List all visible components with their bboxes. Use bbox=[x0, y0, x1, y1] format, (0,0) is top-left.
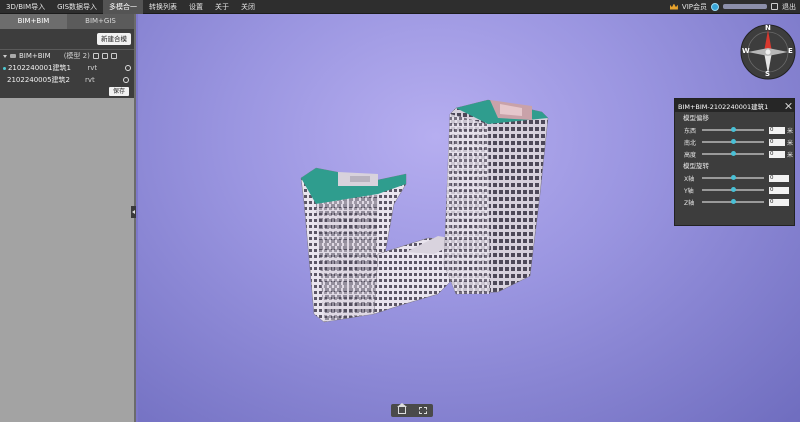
list-item[interactable]: 2102240005建筑2 rvt bbox=[0, 74, 134, 86]
group-row[interactable]: BIM+BIM (模型 2) bbox=[0, 49, 134, 62]
add-model-icon[interactable] bbox=[92, 53, 99, 59]
offset-row: 高度 0 米 bbox=[675, 148, 794, 160]
panel-tabs: BIM+BIM BIM+GIS bbox=[0, 14, 134, 29]
offset-ew-slider[interactable] bbox=[702, 127, 764, 132]
offset-height-input[interactable]: 0 bbox=[769, 150, 785, 158]
rotate-section-title: 模型旋转 bbox=[683, 162, 709, 170]
locate-icon[interactable] bbox=[125, 65, 131, 71]
collapse-panel-handle[interactable] bbox=[131, 206, 136, 218]
unit-label: 米 bbox=[787, 139, 794, 147]
slider-knob[interactable] bbox=[730, 139, 736, 144]
group-name: BIM+BIM bbox=[19, 52, 51, 60]
offset-row: 南北 0 米 bbox=[675, 136, 794, 148]
menu-gis-import[interactable]: GIS数据导入 bbox=[51, 0, 103, 14]
compass[interactable]: N E S W bbox=[740, 24, 796, 80]
offset-height-slider[interactable] bbox=[702, 151, 764, 156]
menu-about[interactable]: 关于 bbox=[209, 0, 235, 14]
menu-settings[interactable]: 设置 bbox=[183, 0, 209, 14]
menu-multi-model[interactable]: 多模合一 bbox=[103, 0, 144, 14]
rotate-label: Z轴 bbox=[684, 199, 695, 207]
rotate-x-input[interactable]: 0 bbox=[769, 174, 789, 182]
vip-label[interactable]: VIP会员 bbox=[682, 2, 707, 12]
panel-toolbar: 新建合模 bbox=[0, 29, 134, 49]
folder-icon bbox=[10, 54, 16, 58]
home-view-icon[interactable] bbox=[396, 403, 407, 414]
model-name: 2102240001建筑1 bbox=[7, 64, 71, 72]
close-icon[interactable] bbox=[785, 103, 791, 109]
slider-knob[interactable] bbox=[730, 175, 736, 180]
model-name: 2102240005建筑2 bbox=[7, 76, 70, 84]
rotate-row: Y轴 0 bbox=[675, 184, 794, 196]
rotate-x-slider[interactable] bbox=[702, 175, 764, 180]
left-panel: BIM+BIM BIM+GIS 新建合模 BIM+BIM (模型 2) 2102… bbox=[0, 14, 136, 422]
offset-ns-input[interactable]: 0 bbox=[769, 138, 785, 146]
list-item[interactable]: 2102240001建筑1 rvt bbox=[0, 62, 134, 74]
model-type: rvt bbox=[87, 64, 98, 72]
unit-label: 米 bbox=[787, 151, 794, 159]
crown-icon bbox=[669, 3, 678, 10]
model-properties-panel: BIM+BIM-2102240001建筑1 模型偏移 东西 0 米 南北 0 米… bbox=[674, 98, 795, 226]
tab-bim-gis[interactable]: BIM+GIS bbox=[67, 14, 134, 29]
offset-ns-slider[interactable] bbox=[702, 139, 764, 144]
offset-label: 高度 bbox=[684, 151, 697, 159]
logout-button[interactable]: 退出 bbox=[782, 2, 796, 12]
panel-title: BIM+BIM-2102240001建筑1 bbox=[678, 102, 769, 111]
rotate-label: X轴 bbox=[684, 175, 695, 183]
slider-knob[interactable] bbox=[730, 127, 736, 132]
panel-header: BIM+BIM-2102240001建筑1 bbox=[675, 99, 794, 112]
rotate-label: Y轴 bbox=[684, 187, 694, 195]
avatar[interactable] bbox=[711, 2, 719, 11]
slider-knob[interactable] bbox=[730, 151, 736, 156]
offset-label: 东西 bbox=[684, 127, 697, 135]
rotate-y-slider[interactable] bbox=[702, 187, 764, 192]
offset-label: 南北 bbox=[684, 139, 697, 147]
compass-w: W bbox=[742, 47, 750, 55]
rotate-y-input[interactable]: 0 bbox=[769, 186, 789, 194]
slider-knob[interactable] bbox=[730, 187, 736, 192]
offset-row: 东西 0 米 bbox=[675, 124, 794, 136]
unit-label: 米 bbox=[787, 127, 794, 135]
username-redacted bbox=[723, 4, 767, 9]
compass-s: S bbox=[765, 70, 771, 78]
menu-bar: 3D/BIM导入 GIS数据导入 多模合一 转换列表 设置 关于 关闭 VIP会… bbox=[0, 0, 800, 14]
compass-n: N bbox=[765, 24, 771, 32]
model-list: 2102240001建筑1 rvt 2102240005建筑2 rvt bbox=[0, 62, 134, 88]
selected-dot-icon bbox=[3, 66, 6, 70]
logout-icon[interactable] bbox=[771, 3, 778, 10]
locate-icon[interactable] bbox=[123, 77, 129, 83]
fullscreen-icon[interactable] bbox=[418, 407, 427, 414]
menu-close[interactable]: 关闭 bbox=[235, 0, 261, 14]
rotate-z-slider[interactable] bbox=[702, 199, 764, 204]
save-row: 保存 bbox=[0, 87, 134, 98]
compass-e: E bbox=[788, 47, 793, 55]
rotate-z-input[interactable]: 0 bbox=[769, 198, 789, 206]
new-merge-button[interactable]: 新建合模 bbox=[97, 33, 131, 45]
rotate-row: Z轴 0 bbox=[675, 196, 794, 208]
model-type: rvt bbox=[85, 76, 95, 84]
edit-icon[interactable] bbox=[101, 53, 108, 59]
tab-bim-bim[interactable]: BIM+BIM bbox=[0, 14, 67, 29]
rotate-row: X轴 0 bbox=[675, 172, 794, 184]
menu-conversion-list[interactable]: 转换列表 bbox=[143, 0, 183, 14]
offset-ew-input[interactable]: 0 bbox=[769, 126, 785, 134]
save-button[interactable]: 保存 bbox=[109, 87, 130, 96]
group-count: (模型 2) bbox=[63, 52, 90, 60]
slider-knob[interactable] bbox=[730, 199, 736, 204]
chevron-down-icon[interactable] bbox=[3, 54, 7, 58]
delete-icon[interactable] bbox=[110, 53, 117, 59]
view-tools bbox=[391, 403, 433, 417]
menu-bim-import[interactable]: 3D/BIM导入 bbox=[0, 0, 51, 14]
user-area: VIP会员 退出 bbox=[669, 0, 800, 14]
offset-section-title: 模型偏移 bbox=[683, 114, 709, 122]
